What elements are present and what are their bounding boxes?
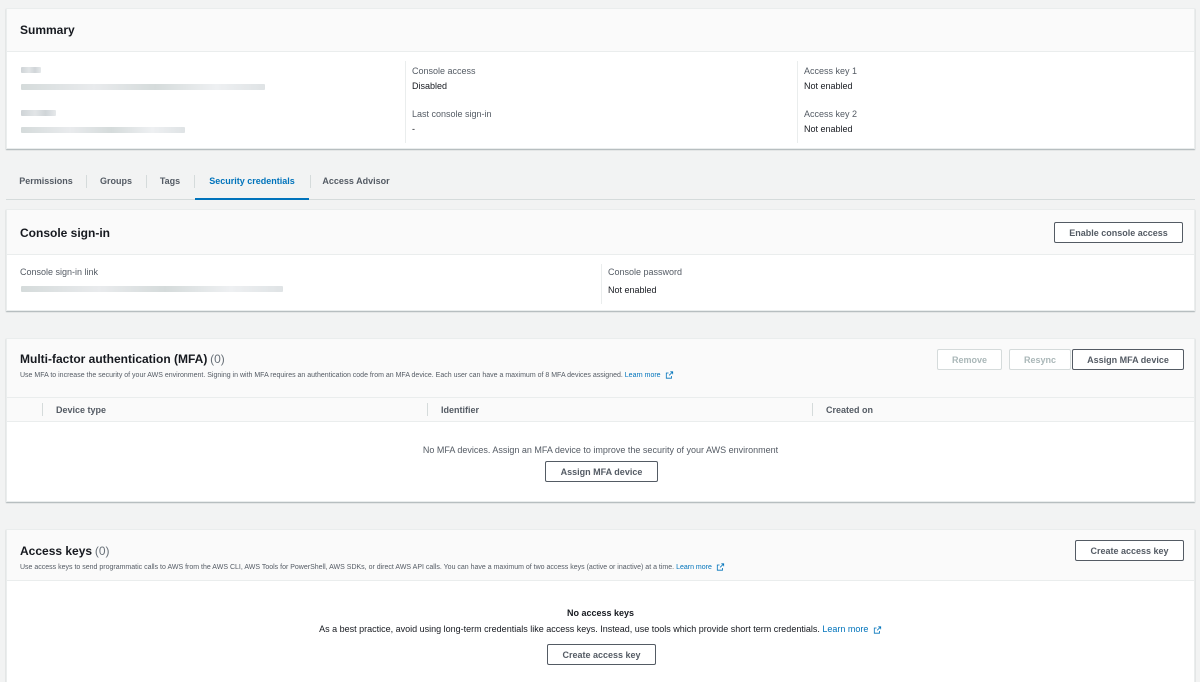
access-keys-learn-more-link[interactable]: Learn more (676, 564, 712, 571)
tab-bar: Permissions Groups Tags Security credent… (6, 163, 1195, 200)
tab-groups[interactable]: Groups (87, 163, 145, 199)
access-key-1-field: Access key 1 Not enabled (804, 66, 857, 91)
summary-title: Summary (20, 23, 75, 37)
access-keys-count: (0) (94, 544, 110, 558)
mfa-resync-button[interactable]: Resync (1009, 349, 1071, 370)
access-keys-empty-line: As a best practice, avoid using long-ter… (7, 624, 1194, 634)
mfa-header: Multi-factor authentication (MFA) (0) Us… (7, 339, 1194, 398)
column-identifier[interactable]: Identifier (441, 398, 479, 422)
mfa-description-text: Use MFA to increase the security of your… (20, 371, 623, 379)
access-key-2-label: Access key 2 (804, 109, 858, 119)
redacted-value (21, 84, 265, 90)
mfa-title: Multi-factor authentication (MFA) (20, 352, 208, 366)
console-password-label: Console password (608, 267, 683, 277)
mfa-panel: Multi-factor authentication (MFA) (0) Us… (6, 338, 1195, 502)
console-signin-header: Console sign-in Enable console access (7, 210, 1194, 255)
column-separator (427, 403, 428, 416)
mfa-learn-more-link[interactable]: Learn more (625, 372, 661, 379)
access-keys-panel: Access keys (0) Use access keys to send … (6, 529, 1195, 682)
mfa-table-header: Device type Identifier Created on (7, 398, 1194, 422)
assign-mfa-device-empty-button[interactable]: Assign MFA device (545, 461, 658, 482)
access-keys-title: Access keys (20, 544, 93, 558)
console-access-label: Console access (412, 66, 476, 76)
access-key-2-value: Not enabled (804, 124, 853, 134)
column-divider (601, 264, 602, 304)
tab-security-credentials[interactable]: Security credentials (195, 163, 309, 200)
redacted-value (21, 127, 185, 133)
tab-access-advisor[interactable]: Access Advisor (311, 163, 401, 199)
mfa-description: Use MFA to increase the security of your… (20, 371, 674, 379)
column-divider (797, 61, 798, 143)
access-keys-heading: Access keys (0) (20, 544, 110, 558)
console-password-field: Console password Not enabled (608, 267, 682, 295)
signin-link-field: Console sign-in link (20, 267, 98, 277)
signin-link-label: Console sign-in link (20, 267, 99, 277)
last-signin-label: Last console sign-in (412, 109, 492, 119)
tab-permissions[interactable]: Permissions (6, 163, 86, 199)
external-link-icon (716, 563, 724, 571)
access-keys-empty-text: As a best practice, avoid using long-ter… (319, 624, 820, 634)
console-access-field: Console access Disabled (412, 66, 476, 91)
last-signin-value: - (412, 124, 415, 134)
tab-tags[interactable]: Tags (147, 163, 193, 199)
redacted-signin-link[interactable] (21, 286, 283, 292)
access-keys-empty-learn-more-link[interactable]: Learn more (822, 624, 868, 634)
column-separator (42, 403, 43, 416)
console-password-value: Not enabled (608, 285, 657, 295)
access-key-1-value: Not enabled (804, 81, 853, 91)
access-keys-description-text: Use access keys to send programmatic cal… (20, 563, 675, 571)
create-access-key-empty-button[interactable]: Create access key (547, 644, 656, 665)
column-divider (405, 61, 406, 143)
external-link-icon (665, 371, 673, 379)
access-keys-empty-title: No access keys (566, 608, 635, 618)
column-separator (812, 403, 813, 416)
column-created-on[interactable]: Created on (826, 398, 873, 422)
summary-header: Summary (7, 9, 1194, 52)
redacted-label (21, 67, 41, 73)
mfa-count: (0) (210, 352, 225, 366)
access-keys-header: Access keys (0) Use access keys to send … (7, 530, 1194, 581)
access-key-1-label: Access key 1 (804, 66, 858, 76)
redacted-label (21, 110, 56, 116)
external-link-icon (873, 626, 882, 634)
mfa-heading: Multi-factor authentication (MFA) (0) (20, 352, 225, 366)
console-access-value: Disabled (412, 81, 448, 91)
mfa-remove-button[interactable]: Remove (937, 349, 1002, 370)
create-access-key-button[interactable]: Create access key (1075, 540, 1184, 561)
access-keys-description: Use access keys to send programmatic cal… (20, 563, 725, 571)
access-key-2-field: Access key 2 Not enabled (804, 109, 857, 134)
console-signin-panel: Console sign-in Enable console access Co… (6, 209, 1195, 311)
last-signin-field: Last console sign-in - (412, 109, 492, 134)
summary-panel: Summary Console access Disabled Last con… (6, 8, 1195, 149)
console-signin-title: Console sign-in (20, 226, 110, 240)
assign-mfa-device-button[interactable]: Assign MFA device (1072, 349, 1184, 370)
enable-console-access-button[interactable]: Enable console access (1054, 222, 1183, 243)
mfa-empty-state: No MFA devices. Assign an MFA device to … (7, 445, 1194, 455)
mfa-empty-text: No MFA devices. Assign an MFA device to … (422, 445, 779, 455)
access-keys-empty-state: No access keys As a best practice, avoid… (7, 608, 1194, 634)
column-device-type[interactable]: Device type (56, 398, 106, 422)
